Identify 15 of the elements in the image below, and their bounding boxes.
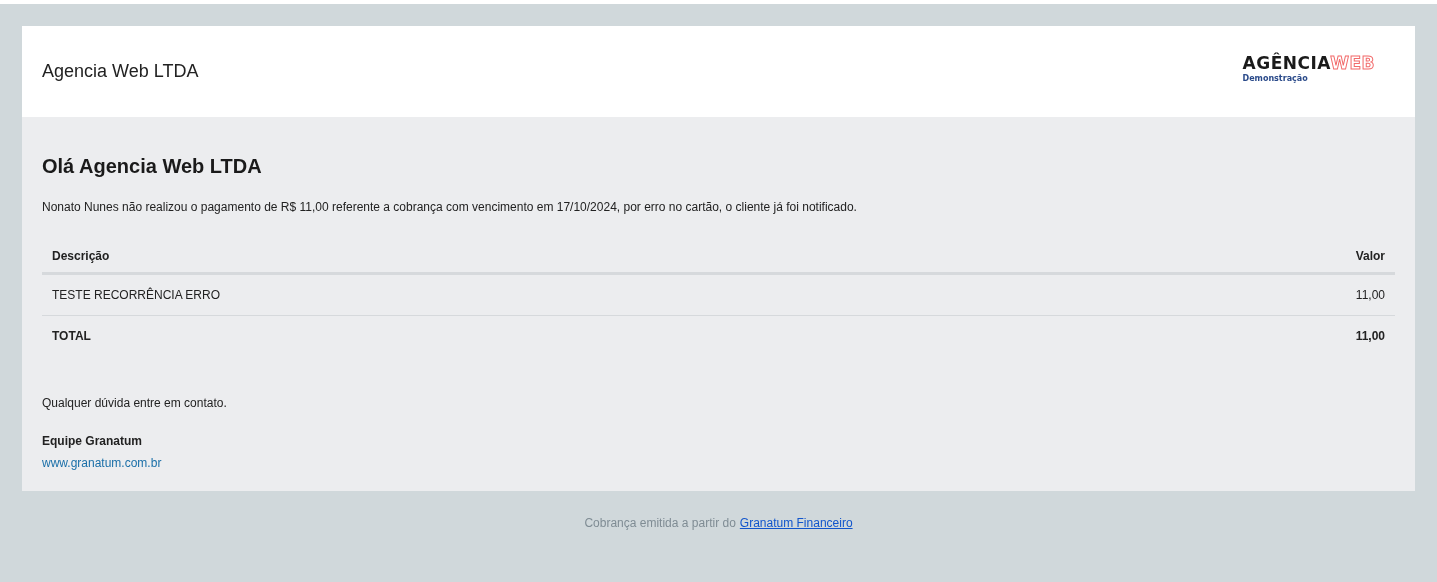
column-header: Descrição	[42, 240, 1114, 274]
table-cell: 11,00	[1113, 273, 1395, 316]
website-link[interactable]: www.granatum.com.br	[42, 456, 162, 470]
greeting-heading: Olá Agencia Web LTDA	[42, 155, 263, 178]
total-label: TOTAL	[42, 315, 1114, 356]
message-text: Nonato Nunes não realizou o pagamento de R$ 11,00 referente a cobrança com vencimento em 17/10/2024, por erro no cartão, o cliente já foi notificado.	[42, 200, 858, 214]
footer-link[interactable]: Granatum Financeiro	[739, 516, 853, 530]
total-value: 11,00	[1113, 315, 1395, 356]
team-name: Equipe Granatum	[42, 434, 143, 448]
table-cell: TESTE RECORRÊNCIA ERRO	[42, 273, 1114, 316]
contact-note: Qualquer dúvida entre em contato.	[42, 396, 228, 410]
company-name: Agencia Web LTDA	[42, 61, 199, 82]
column-header: Valor	[1113, 240, 1395, 274]
agency-logo: AGÊNCIAWEB Demonstração	[1242, 54, 1375, 83]
footer-text: Cobrança emitida a partir do	[584, 516, 736, 530]
